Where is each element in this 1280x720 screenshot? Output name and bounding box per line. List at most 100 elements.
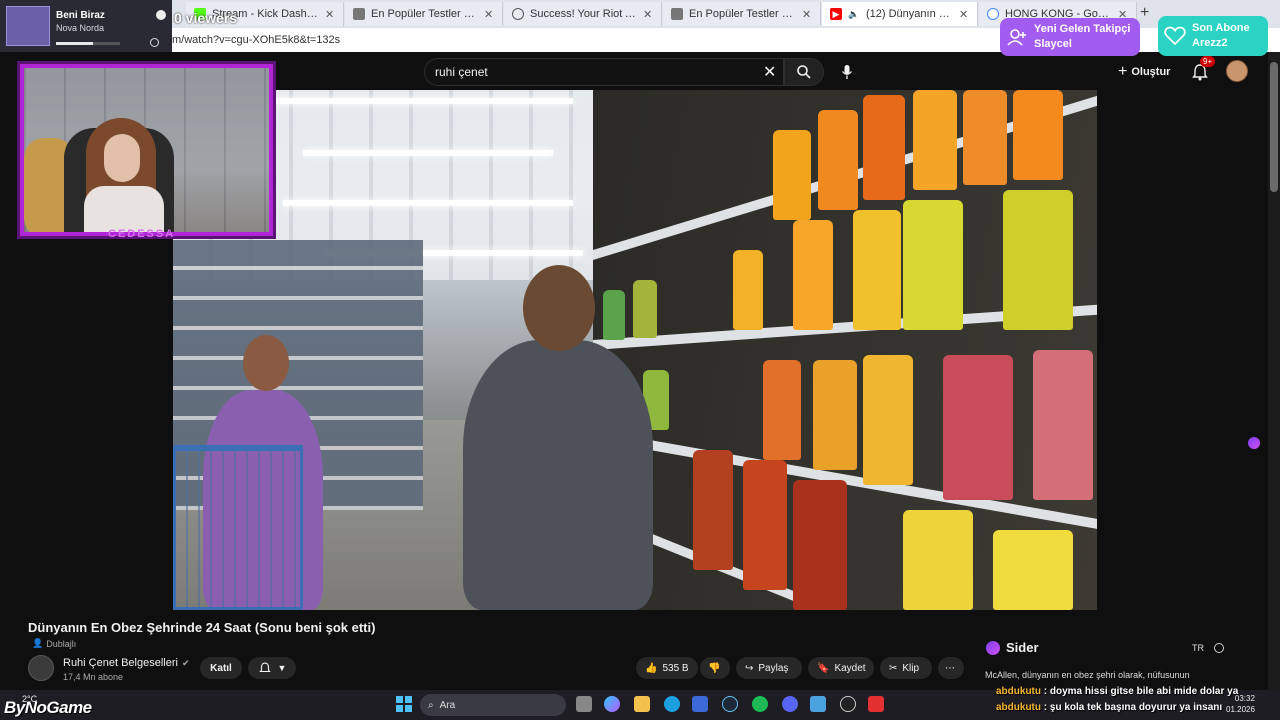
dislike-button[interactable]: 👎	[700, 657, 730, 679]
search-box[interactable]: ruhi çenet ✕	[424, 58, 784, 86]
follower-alert-text: Yeni Gelen Takipçi Slaycel	[1034, 22, 1130, 52]
juice-bottle	[903, 510, 973, 610]
spotify-icon[interactable]	[752, 696, 768, 712]
juice-bottle	[818, 110, 858, 210]
task-view-icon[interactable]	[576, 696, 592, 712]
heart-icon	[1164, 25, 1186, 47]
sider-title: Sider	[1006, 640, 1039, 655]
edge-icon[interactable]	[664, 696, 680, 712]
subscriber-alert-title: Son Abone	[1192, 22, 1250, 34]
youtube-icon: ▶	[830, 8, 842, 20]
settings-icon[interactable]	[1214, 643, 1224, 653]
chat-username: abdukutu	[996, 686, 1041, 697]
start-tile	[405, 705, 412, 712]
channel-avatar[interactable]	[28, 655, 54, 681]
juice-bottle	[693, 450, 733, 570]
juice-bottle	[1003, 190, 1073, 330]
discord-icon[interactable]	[782, 696, 798, 712]
like-button[interactable]: 👍 535 B	[636, 657, 698, 679]
kick-widget-title: Beni Biraz	[56, 10, 105, 21]
close-icon[interactable]: ✕	[643, 8, 653, 21]
shopper-woman-head	[243, 335, 289, 391]
juice-bottle	[733, 250, 763, 330]
close-icon[interactable]: ✕	[484, 8, 494, 21]
sider-float-icon[interactable]	[1248, 437, 1260, 449]
video-title: Dünyanın En Obez Şehrinde 24 Saat (Sonu …	[28, 620, 376, 635]
tab-quiz-1[interactable]: En Popüler Testler ve Eğlenceli Qu ✕	[345, 2, 503, 26]
app-icon[interactable]	[810, 696, 826, 712]
video-player[interactable]	[173, 90, 1097, 610]
juice-bottle	[963, 90, 1007, 185]
scrollbar-thumb[interactable]	[1270, 62, 1278, 192]
shopping-cart	[173, 445, 303, 610]
close-icon[interactable]: ✕	[802, 8, 812, 21]
channel-name[interactable]: Ruhi Çenet Belgeselleri	[63, 657, 178, 669]
close-icon[interactable]: ✕	[959, 8, 969, 21]
thumbs-up-icon: 👍	[645, 662, 658, 674]
webcam-overlay	[20, 64, 273, 236]
obs-icon[interactable]	[840, 696, 856, 712]
juice-bottle	[763, 360, 801, 460]
close-icon[interactable]: ✕	[325, 8, 335, 21]
dubbed-icon: 👤	[32, 638, 44, 648]
search-icon: ⌕	[428, 699, 434, 711]
screen: Stream - Kick Dashboard ✕ En Popüler Tes…	[0, 0, 1280, 720]
channel-name-row[interactable]: Ruhi Çenet Belgeselleri ✔	[63, 657, 190, 669]
ceiling-light	[283, 200, 573, 206]
chevron-down-icon: ▼	[277, 663, 287, 673]
join-button[interactable]: Katıl	[200, 657, 242, 679]
stream-chat-overlay: abdukutu : doyma hissi gitse bile abi mi…	[996, 686, 1276, 718]
bell-icon	[258, 662, 271, 673]
ceiling-light	[273, 98, 573, 104]
share-label: Paylaş	[758, 662, 789, 674]
store-icon[interactable]	[692, 696, 708, 712]
speaker-icon[interactable]: 🔈	[848, 8, 860, 20]
thumbs-down-icon: 👎	[708, 662, 721, 674]
search-icon	[797, 65, 811, 79]
page-icon	[353, 8, 365, 20]
tab-youtube-video[interactable]: ▶ 🔈 (12) Dünyanın En Obez Şehrin ✕	[822, 2, 978, 26]
more-actions-button[interactable]: ⋯	[938, 657, 964, 679]
webcam-label: CEDESSA	[108, 228, 176, 240]
juice-bottle	[633, 280, 657, 338]
page-scrollbar[interactable]	[1268, 52, 1280, 690]
sider-summary: McAllen, dünyanın en obez şehri olarak, …	[985, 670, 1190, 680]
clip-button[interactable]: ✂ Klip	[880, 657, 932, 679]
save-button[interactable]: 🔖 Kaydet	[808, 657, 874, 679]
kick-widget-progress	[56, 42, 120, 45]
tab-quiz-2[interactable]: En Popüler Testler ve Eğlenceli Qu ✕	[663, 2, 821, 26]
bookmark-icon: 🔖	[817, 662, 830, 674]
page-icon	[671, 8, 683, 20]
share-button[interactable]: ↪ Paylaş	[736, 657, 802, 679]
recorder-icon[interactable]	[868, 696, 884, 712]
juice-bottle	[603, 290, 625, 340]
juice-bottle	[793, 220, 833, 330]
new-tab-button[interactable]: +	[1140, 4, 1149, 22]
taskbar-search[interactable]: ⌕ Ara	[420, 694, 566, 716]
start-button[interactable]	[396, 696, 412, 712]
juice-bottle	[863, 355, 913, 485]
subscription-bell-button[interactable]: ▼	[248, 657, 296, 679]
clear-search-icon[interactable]: ✕	[763, 62, 776, 82]
menu-icon	[156, 10, 166, 20]
account-avatar[interactable]	[1226, 60, 1248, 82]
presenter-man-head	[523, 265, 595, 351]
juice-bottle	[773, 130, 811, 220]
kick-widget-subtitle: Nova Norda	[56, 23, 105, 33]
taskbar-search-placeholder: Ara	[439, 699, 456, 711]
file-explorer-icon[interactable]	[634, 696, 650, 712]
sider-header: Sider	[986, 640, 1039, 655]
create-button[interactable]: + Oluştur	[1118, 63, 1170, 81]
kick-widget-progress-fill	[56, 42, 94, 45]
sider-language[interactable]: TR	[1192, 643, 1204, 653]
juice-bottle	[853, 210, 901, 330]
juice-bottle	[943, 355, 1013, 500]
search-button[interactable]	[784, 58, 824, 86]
voice-search-button[interactable]	[836, 61, 858, 83]
follower-alert-title: Yeni Gelen Takipçi	[1034, 23, 1131, 35]
tab-riot-account[interactable]: Success! Your Riot Account is now ✕	[504, 2, 662, 26]
copilot-icon[interactable]	[604, 696, 620, 712]
steam-icon[interactable]	[722, 696, 738, 712]
juice-bottle	[863, 95, 905, 200]
search-input[interactable]: ruhi çenet	[435, 65, 488, 79]
